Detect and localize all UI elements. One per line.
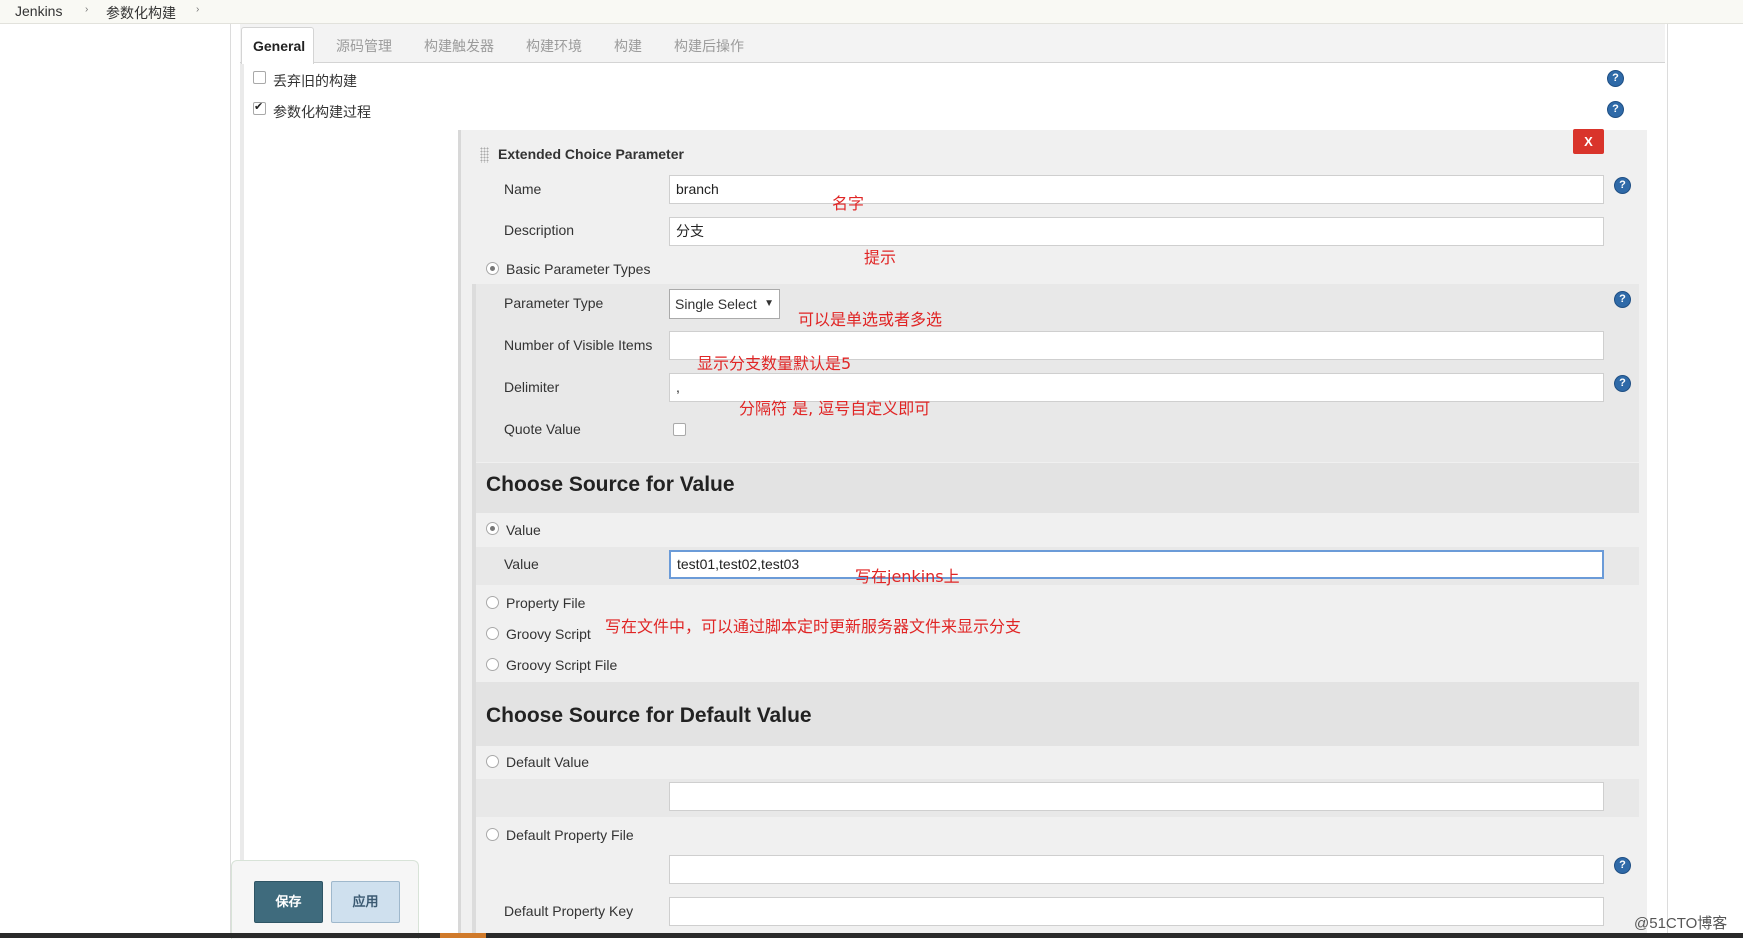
parameter-type-label: Parameter Type — [504, 295, 604, 311]
drag-handle-icon[interactable] — [480, 147, 489, 163]
basic-types-radio[interactable] — [486, 262, 499, 275]
quote-value-label: Quote Value — [504, 421, 581, 437]
default-property-file-label: Default Property File — [506, 827, 634, 843]
value-radio-label: Value — [506, 522, 541, 538]
default-property-file-input[interactable] — [669, 855, 1604, 884]
help-icon[interactable]: ? — [1607, 70, 1624, 87]
groovy-script-file-radio[interactable] — [486, 658, 499, 671]
bottom-strip — [0, 933, 1743, 938]
value-radio[interactable] — [486, 522, 499, 535]
default-value-label: Default Value — [506, 754, 590, 770]
parameterized-build-checkbox[interactable] — [253, 100, 266, 115]
discard-old-builds-label: 丢弃旧的构建 — [273, 73, 357, 89]
parameter-type-value: Single Select — [675, 296, 757, 312]
default-property-key-label: Default Property Key — [504, 903, 634, 919]
tab-general-label: General — [253, 38, 306, 54]
annotation-value: 写在jenkins上 — [855, 567, 960, 586]
save-button[interactable]: 保存 — [254, 881, 323, 923]
help-icon[interactable]: ? — [1607, 101, 1624, 118]
tab-build-triggers[interactable]: 构建触发器 — [424, 36, 494, 56]
help-icon[interactable]: ? — [1614, 291, 1631, 308]
name-input[interactable]: branch — [669, 175, 1604, 204]
groovy-script-radio[interactable] — [486, 627, 499, 640]
description-label: Description — [504, 222, 575, 238]
description-input[interactable]: 分支 — [669, 217, 1604, 246]
annotation-parameter-type: 可以是单选或者多选 — [798, 310, 943, 329]
default-property-key-input[interactable] — [669, 897, 1604, 926]
chevron-right-icon: › — [196, 4, 200, 15]
help-icon[interactable]: ? — [1614, 375, 1631, 392]
annotation-description: 提示 — [864, 248, 897, 267]
delete-parameter-button[interactable]: X — [1573, 129, 1604, 154]
tab-build[interactable]: 构建 — [614, 36, 642, 56]
basic-types-label: Basic Parameter Types — [506, 261, 651, 277]
parameter-title: Extended Choice Parameter — [498, 146, 684, 162]
quote-value-checkbox[interactable] — [673, 423, 686, 436]
annotation-property-file: 写在文件中，可以通过脚本定时更新服务器文件来显示分支 — [605, 617, 1022, 636]
param-inner-bar — [472, 284, 476, 938]
name-label: Name — [504, 181, 542, 197]
default-value-input[interactable] — [669, 782, 1604, 811]
parameter-type-select[interactable]: Single Select ▼ — [669, 289, 780, 319]
default-property-file-radio[interactable] — [486, 828, 499, 841]
breadcrumb: Jenkins › 参数化构建 › — [0, 0, 1743, 24]
breadcrumb-jenkins[interactable]: Jenkins — [15, 3, 62, 19]
parameterized-build-label: 参数化构建过程 — [273, 104, 371, 120]
annotation-delimiter: 分隔符 是, 逗号自定义即可 — [739, 399, 931, 418]
tab-general[interactable]: General — [241, 27, 314, 64]
property-file-radio[interactable] — [486, 596, 499, 609]
help-icon[interactable]: ? — [1614, 177, 1631, 194]
bottom-accent — [440, 933, 486, 938]
discard-old-builds-checkbox[interactable] — [253, 71, 266, 84]
left-gutter — [240, 62, 244, 938]
default-source-heading: Choose Source for Default Value — [486, 704, 812, 727]
dropdown-arrow-icon: ▼ — [764, 298, 774, 309]
property-file-label: Property File — [506, 595, 586, 611]
value-field-label: Value — [504, 556, 539, 572]
groovy-script-label: Groovy Script — [506, 626, 591, 642]
default-value-radio[interactable] — [486, 755, 499, 768]
tab-source-management[interactable]: 源码管理 — [336, 36, 392, 56]
value-source-heading: Choose Source for Value — [486, 473, 735, 496]
annotation-name: 名字 — [832, 194, 865, 213]
annotation-visible-items: 显示分支数量默认是5 — [697, 354, 852, 373]
visible-items-label: Number of Visible Items — [504, 337, 653, 353]
breadcrumb-job[interactable]: 参数化构建 — [106, 3, 176, 23]
help-icon[interactable]: ? — [1614, 857, 1631, 874]
tab-post-build[interactable]: 构建后操作 — [674, 36, 744, 56]
watermark: @51CTO博客 — [1634, 915, 1728, 932]
delimiter-label: Delimiter — [504, 379, 560, 395]
chevron-right-icon: › — [85, 4, 89, 15]
tab-build-environment[interactable]: 构建环境 — [526, 36, 582, 56]
groovy-script-file-label: Groovy Script File — [506, 657, 618, 673]
value-input[interactable]: test01,test02,test03 — [669, 550, 1604, 579]
apply-button[interactable]: 应用 — [331, 881, 400, 923]
